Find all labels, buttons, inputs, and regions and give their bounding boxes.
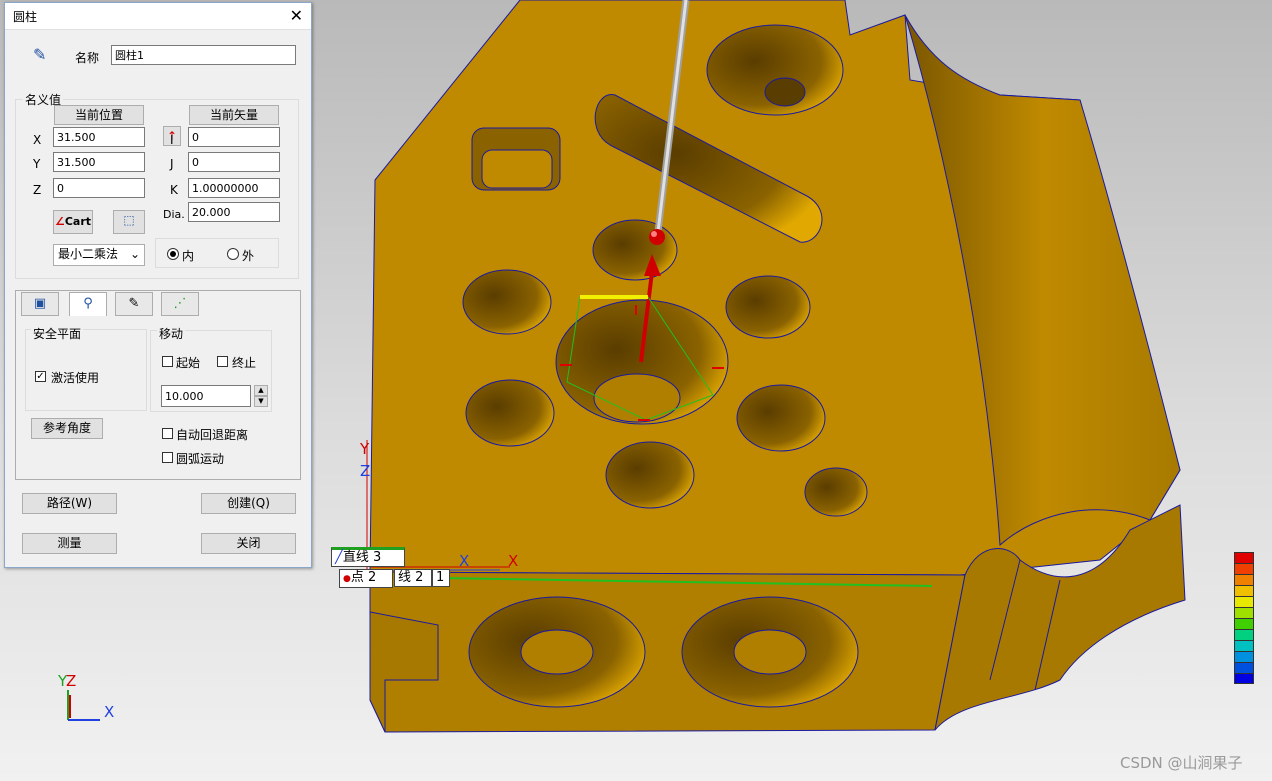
cart-button[interactable]: ∠Cart bbox=[53, 210, 93, 234]
end-label: 终止 bbox=[232, 356, 257, 370]
z-input[interactable] bbox=[53, 178, 145, 198]
color-scale-swatch bbox=[1234, 640, 1254, 651]
color-scale-swatch bbox=[1234, 563, 1254, 574]
activate-checkbox[interactable]: ✓ bbox=[35, 371, 46, 382]
current-vector-button[interactable]: 当前矢量 bbox=[189, 105, 279, 125]
y-input[interactable] bbox=[53, 152, 145, 172]
move-distance-input[interactable] bbox=[161, 385, 251, 407]
color-scale-swatch bbox=[1234, 618, 1254, 629]
feature-tag-num[interactable]: 1 bbox=[432, 569, 450, 587]
fit-method-select[interactable]: 最小二乘法 ⌄ bbox=[53, 244, 145, 266]
current-position-button[interactable]: 当前位置 bbox=[54, 105, 144, 125]
z-label: Z bbox=[33, 183, 42, 197]
cursor-select-icon: ⬚ bbox=[123, 213, 135, 227]
color-scale-swatch bbox=[1234, 607, 1254, 618]
activate-label: 激活使用 bbox=[51, 371, 100, 385]
close-button[interactable]: 关闭 bbox=[201, 533, 296, 554]
radio-out-label: 外 bbox=[242, 249, 255, 263]
measure-button[interactable]: 测量 bbox=[22, 533, 117, 554]
axes-icon: ∠ bbox=[54, 215, 65, 228]
j-input[interactable] bbox=[188, 152, 280, 172]
dialog-titlebar[interactable]: 圆柱 ✕ bbox=[5, 3, 311, 30]
radio-in-label: 内 bbox=[182, 249, 195, 263]
cylinder-dialog: 圆柱 ✕ ✎ 名称 名义值 当前位置 当前矢量 X Y Z ↑ I J K Di… bbox=[4, 2, 312, 568]
color-scale-swatch bbox=[1234, 662, 1254, 673]
feature-tag-line3[interactable]: ╱直线 3 bbox=[331, 547, 405, 567]
triad-z-label: Z bbox=[66, 672, 77, 690]
tab-motion[interactable]: ⚲ bbox=[69, 292, 107, 316]
color-scale-swatch bbox=[1234, 629, 1254, 640]
color-scale-swatch bbox=[1234, 574, 1254, 585]
reference-angle-button[interactable]: 参考角度 bbox=[31, 418, 103, 439]
y-label: Y bbox=[33, 157, 41, 171]
tab-properties[interactable]: ▣ bbox=[21, 292, 59, 316]
path-button[interactable]: 路径(W) bbox=[22, 493, 117, 514]
point-icon: ● bbox=[343, 574, 351, 584]
arc-motion-label: 圆弧运动 bbox=[176, 452, 225, 466]
axis-x-label-red: X bbox=[508, 552, 519, 570]
start-label: 起始 bbox=[176, 356, 201, 370]
auto-retract-checkbox[interactable] bbox=[162, 428, 173, 439]
i-input[interactable] bbox=[188, 127, 280, 147]
create-button[interactable]: 创建(Q) bbox=[201, 493, 296, 514]
radio-in[interactable] bbox=[167, 248, 179, 260]
feature-tag-point2[interactable]: ●点 2 bbox=[339, 569, 393, 588]
auto-retract-label: 自动回退距离 bbox=[176, 428, 249, 442]
select-feature-button[interactable]: ⬚ bbox=[113, 210, 145, 234]
end-checkbox[interactable] bbox=[217, 356, 228, 367]
radio-out[interactable] bbox=[227, 248, 239, 260]
color-scale-swatch bbox=[1234, 585, 1254, 596]
color-scale-swatch bbox=[1234, 552, 1254, 563]
watermark: CSDN @山涧果子 bbox=[1120, 754, 1243, 772]
running-icon: ⚲ bbox=[83, 296, 93, 311]
name-input[interactable] bbox=[111, 45, 296, 65]
feature-tag-line2[interactable]: 线 2 bbox=[394, 569, 432, 587]
spin-down-icon[interactable]: ▼ bbox=[254, 396, 268, 407]
pencil-icon: ✎ bbox=[33, 45, 47, 64]
color-scale-swatch bbox=[1234, 596, 1254, 607]
k-label: K bbox=[170, 183, 178, 197]
axis-y-label: Y bbox=[360, 440, 370, 458]
probe-icon: ✎ bbox=[128, 296, 140, 311]
axis-x-label: X bbox=[459, 552, 470, 570]
i-label: I bbox=[170, 133, 174, 147]
k-input[interactable] bbox=[188, 178, 280, 198]
tab-probe[interactable]: ✎ bbox=[115, 292, 153, 316]
points-icon: ⋰ bbox=[173, 296, 187, 311]
color-scale-swatch bbox=[1234, 673, 1254, 684]
spin-up-icon[interactable]: ▲ bbox=[254, 385, 268, 396]
arc-motion-checkbox[interactable] bbox=[162, 452, 173, 463]
dia-input[interactable] bbox=[188, 202, 280, 222]
move-group-label: 移动 bbox=[157, 325, 186, 342]
dia-label: Dia. bbox=[163, 208, 185, 221]
name-label: 名称 bbox=[75, 51, 100, 65]
axis-z-label: Z bbox=[360, 462, 371, 480]
color-scale-swatch bbox=[1234, 651, 1254, 662]
close-icon[interactable]: ✕ bbox=[290, 8, 303, 24]
x-label: X bbox=[33, 133, 42, 147]
j-label: J bbox=[170, 157, 174, 171]
dialog-title: 圆柱 bbox=[13, 9, 38, 24]
color-scale-bar bbox=[1234, 552, 1254, 684]
chevron-down-icon: ⌄ bbox=[129, 247, 140, 261]
x-input[interactable] bbox=[53, 127, 145, 147]
safety-plane-label: 安全平面 bbox=[31, 325, 84, 342]
start-checkbox[interactable] bbox=[162, 356, 173, 367]
tab-points[interactable]: ⋰ bbox=[161, 292, 199, 316]
properties-icon: ▣ bbox=[33, 296, 47, 311]
line-icon: ╱ bbox=[335, 550, 343, 565]
triad-x-label: X bbox=[104, 703, 115, 721]
